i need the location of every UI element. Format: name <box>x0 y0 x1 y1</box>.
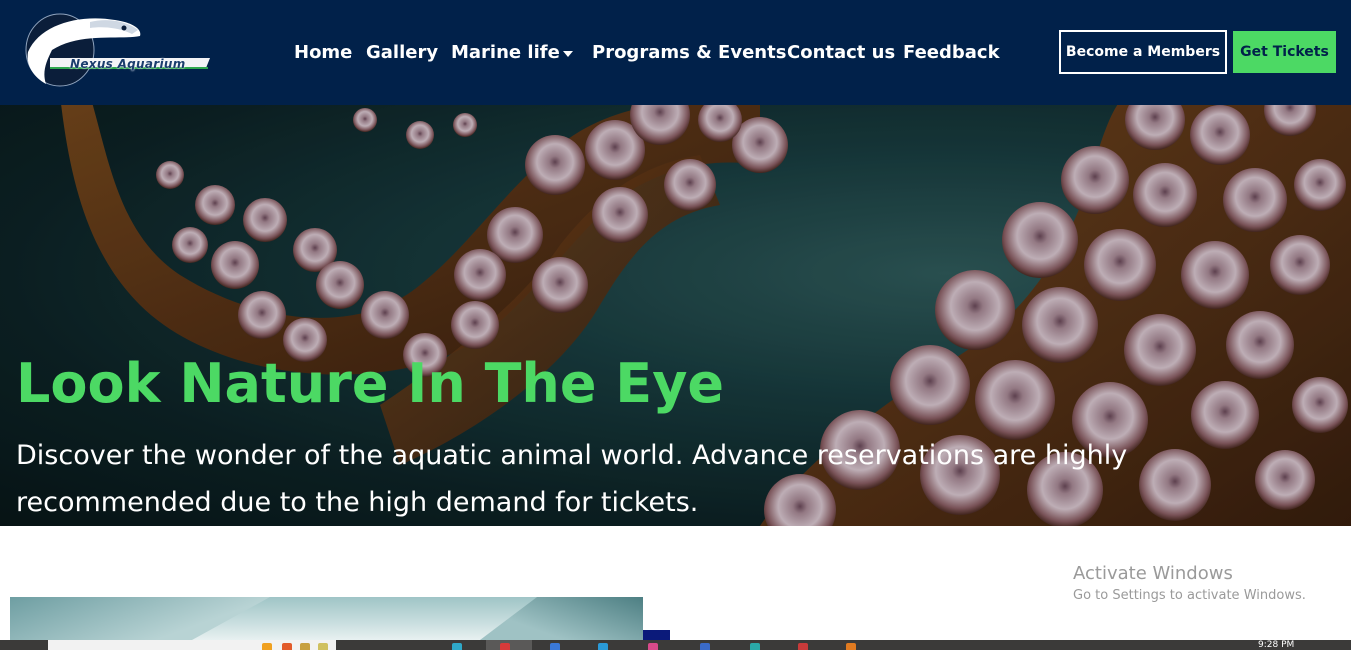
nav-feedback[interactable]: Feedback <box>903 40 1000 66</box>
hero-title: Look Nature In The Eye <box>16 352 725 415</box>
navbar: Nexus Aquarium Home Gallery Marine life … <box>0 0 1351 105</box>
hero-description: Discover the wonder of the aquatic anima… <box>16 440 1128 518</box>
nav-gallery[interactable]: Gallery <box>366 40 438 66</box>
taskbar-app-icon[interactable] <box>846 643 856 650</box>
taskbar-search-box[interactable] <box>48 640 336 650</box>
os-taskbar <box>0 640 1351 650</box>
taskbar-clock[interactable]: 9:28 PM <box>1258 641 1294 650</box>
taskbar-app-icon[interactable] <box>598 643 608 650</box>
hero-banner: Look Nature In The Eye Discover the wond… <box>0 105 1351 526</box>
taskbar-app-icon[interactable] <box>452 643 462 650</box>
become-member-button[interactable]: Become a Members <box>1059 30 1227 74</box>
nav-contact-us[interactable]: Contact us <box>787 40 895 66</box>
taskbar-app-icon[interactable] <box>550 643 560 650</box>
taskbar-app-icon[interactable] <box>262 643 272 650</box>
site-logo[interactable]: Nexus Aquarium <box>20 10 215 92</box>
taskbar-app-icon[interactable] <box>700 643 710 650</box>
nav-home[interactable]: Home <box>294 40 352 66</box>
chevron-down-icon[interactable] <box>563 51 573 57</box>
activate-windows-title: Activate Windows <box>1073 563 1233 584</box>
thumbnail-shape <box>10 597 270 640</box>
taskbar-app-icon[interactable] <box>318 643 328 650</box>
logo-text: Nexus Aquarium <box>70 57 186 71</box>
nav-programs-events[interactable]: Programs & Events <box>592 40 786 66</box>
taskbar-app-icon[interactable] <box>300 643 310 650</box>
taskbar-app-icon[interactable] <box>648 643 658 650</box>
chrome-icon[interactable] <box>500 643 510 650</box>
gallery-thumbnail <box>10 597 643 640</box>
taskbar-app-icon[interactable] <box>282 643 292 650</box>
taskbar-app-icon[interactable] <box>798 643 808 650</box>
taskbar-app-icon[interactable] <box>750 643 760 650</box>
get-tickets-button[interactable]: Get Tickets <box>1233 31 1336 73</box>
logo-fish-icon <box>25 13 210 87</box>
thumbnail-shape <box>480 597 643 640</box>
thumbnail-edge <box>643 630 670 640</box>
activate-windows-subtitle: Go to Settings to activate Windows. <box>1073 588 1306 603</box>
nav-marine-life[interactable]: Marine life <box>451 40 560 66</box>
